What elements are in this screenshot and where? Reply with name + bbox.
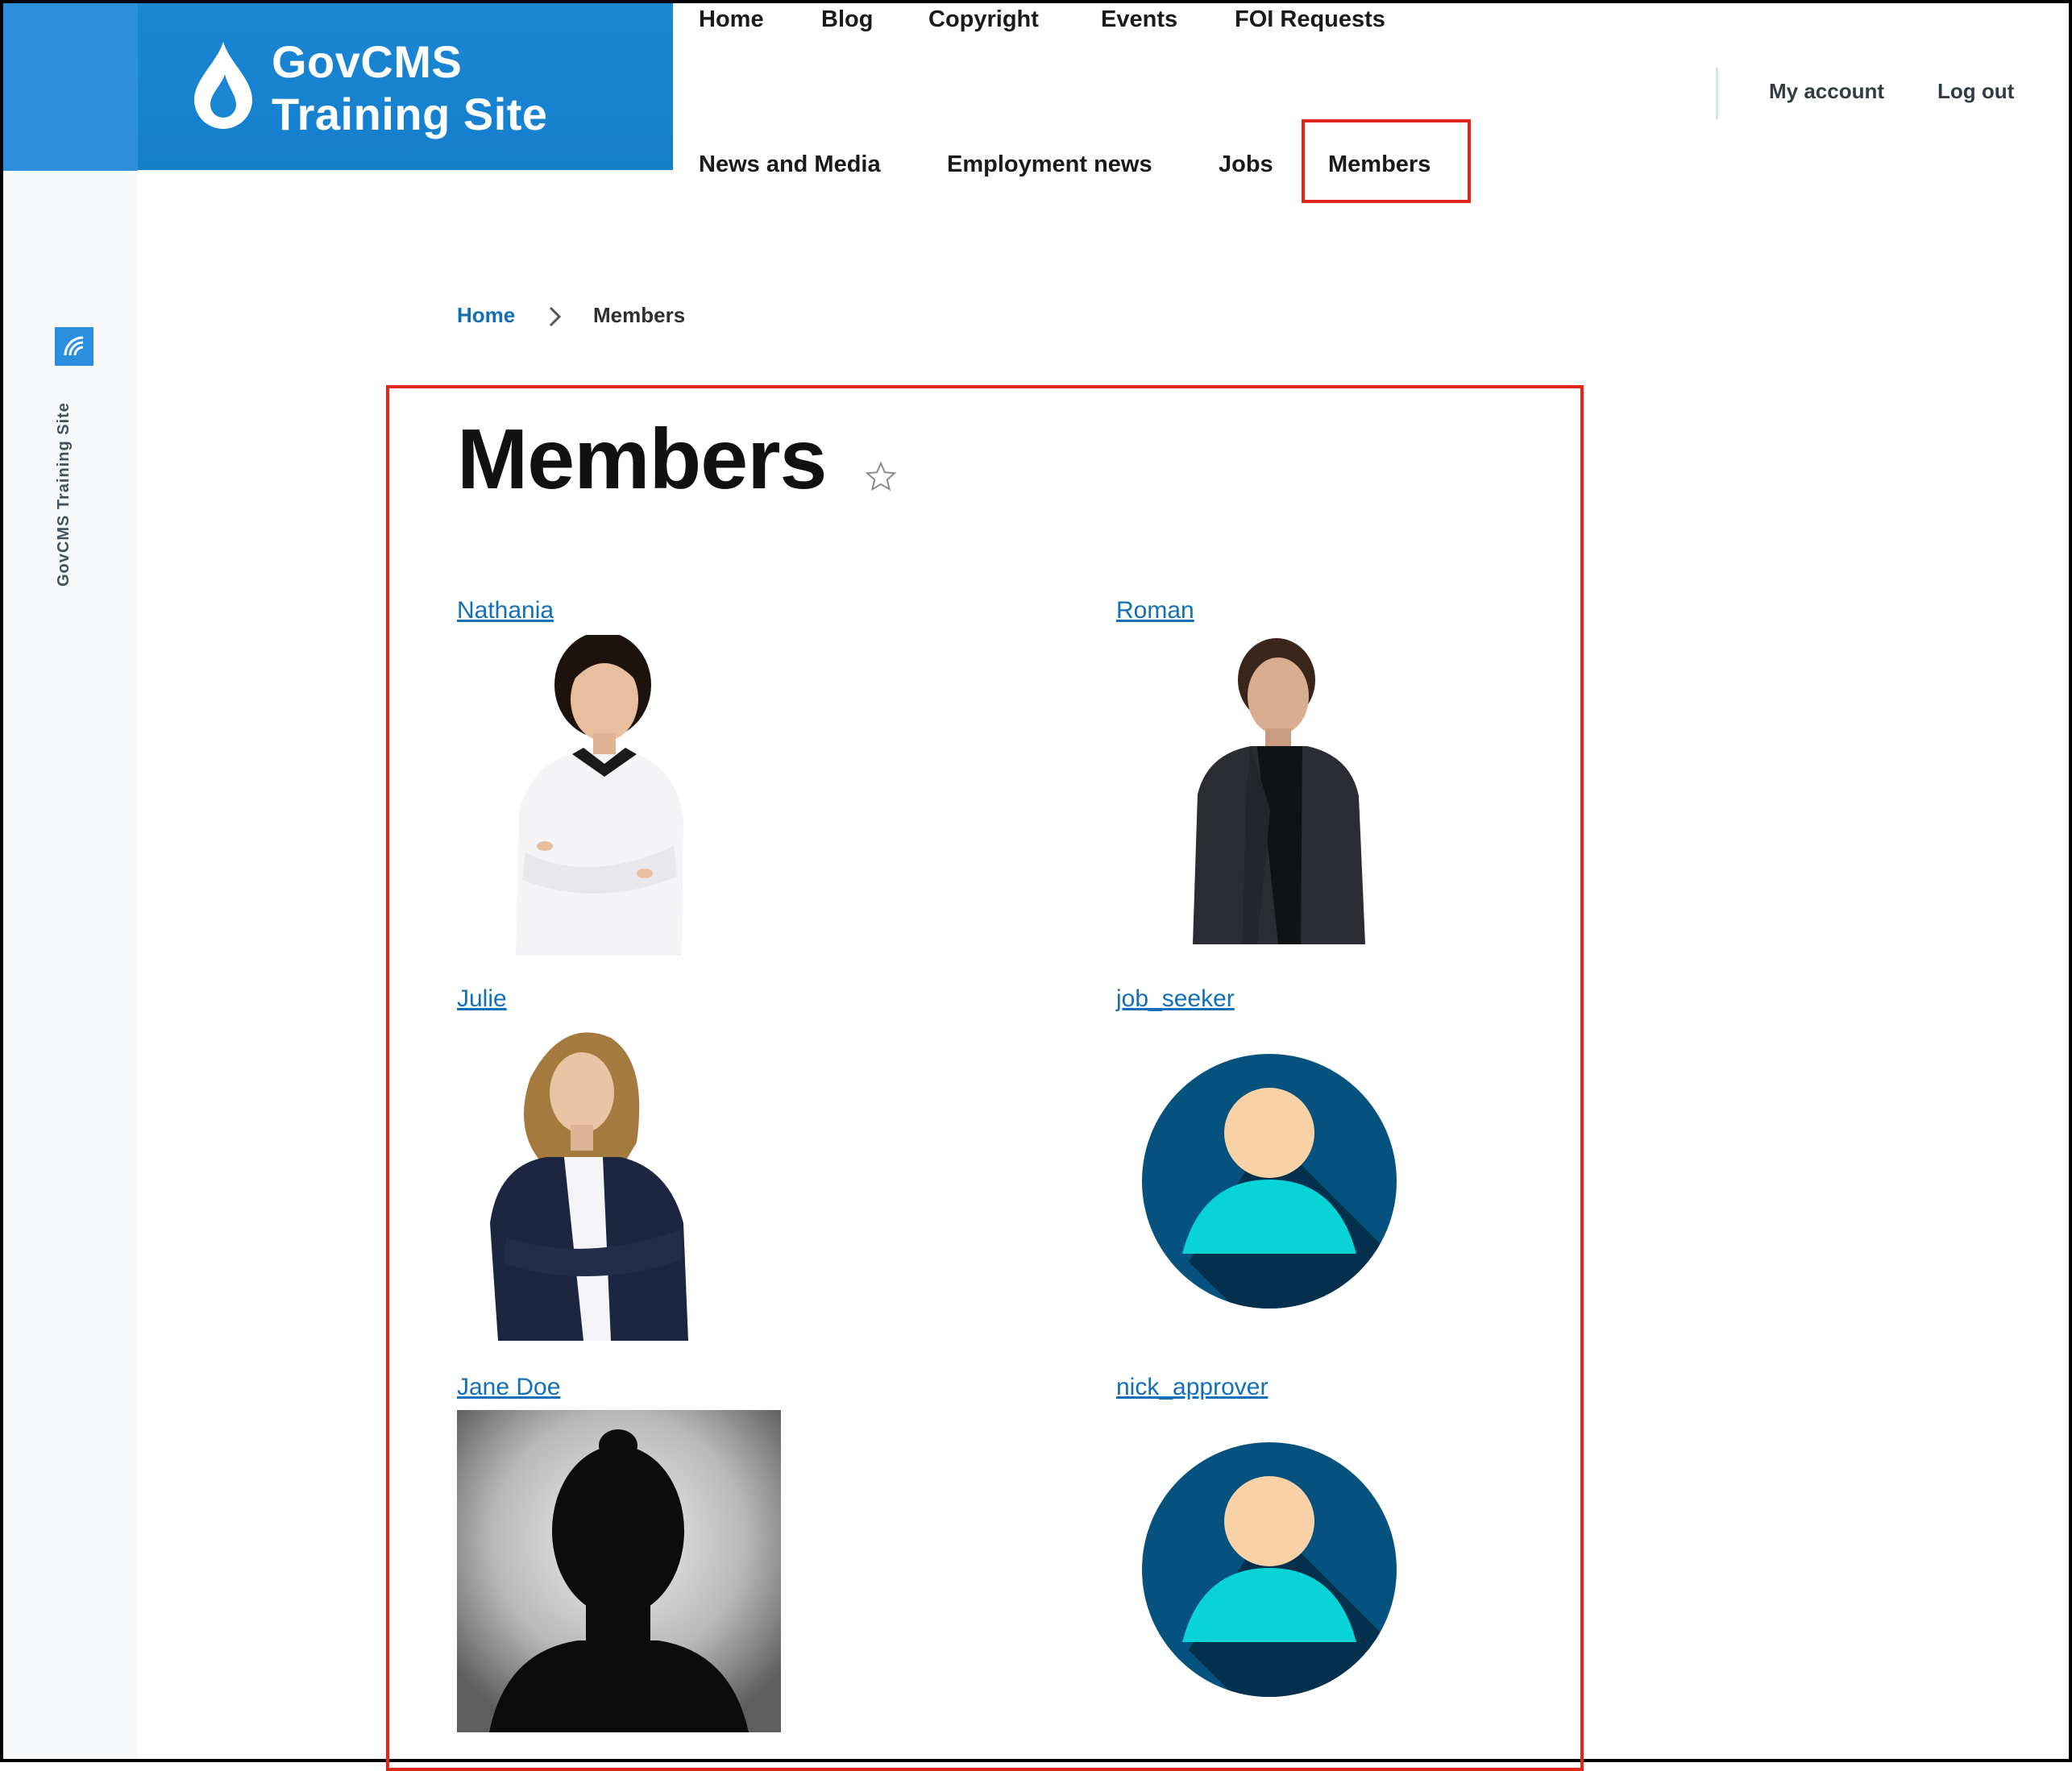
breadcrumb-home[interactable]: Home xyxy=(457,303,515,328)
page-title: Members xyxy=(457,412,827,507)
site-title-line1: GovCMS xyxy=(272,36,463,87)
member-name-link[interactable]: Julie xyxy=(457,985,507,1013)
nav-item-foi-requests[interactable]: FOI Requests xyxy=(1235,6,1385,33)
member-photo[interactable] xyxy=(1186,633,1372,944)
sidebar-site-label: GovCMS Training Site xyxy=(55,402,73,587)
breadcrumb-current: Members xyxy=(593,303,686,327)
site-title[interactable]: GovCMS Training Site xyxy=(272,35,548,140)
member-photo[interactable] xyxy=(457,1410,781,1732)
nav-item-events[interactable]: Events xyxy=(1101,6,1177,33)
chevron-right-icon xyxy=(549,306,562,327)
site-title-line2: Training Site xyxy=(272,89,548,139)
my-account-link[interactable]: My account xyxy=(1769,79,1884,104)
nav-item-copyright[interactable]: Copyright xyxy=(928,6,1039,33)
nav-item-news-and-media[interactable]: News and Media xyxy=(699,151,881,178)
sidebar-header xyxy=(3,3,138,171)
member-name-link[interactable]: Jane Doe xyxy=(457,1374,560,1401)
nav-item-employment-news[interactable]: Employment news xyxy=(947,151,1152,178)
nav-item-jobs[interactable]: Jobs xyxy=(1219,151,1273,178)
member-name-link[interactable]: nick_approver xyxy=(1116,1374,1268,1401)
drop-logo-icon xyxy=(194,42,252,129)
site-branding[interactable]: GovCMS Training Site xyxy=(138,3,673,170)
nav-item-blog[interactable]: Blog xyxy=(821,6,873,33)
member-name-link[interactable]: job_seeker xyxy=(1116,985,1235,1013)
member-name-link[interactable]: Roman xyxy=(1116,597,1194,624)
active-nav-highlight xyxy=(1302,119,1471,203)
default-avatar-icon[interactable] xyxy=(1140,1052,1398,1310)
star-icon[interactable] xyxy=(865,461,897,493)
member-name-link[interactable]: Nathania xyxy=(457,597,554,624)
toolbar-drop-icon[interactable] xyxy=(55,327,93,366)
member-photo[interactable] xyxy=(484,635,701,956)
log-out-link[interactable]: Log out xyxy=(1937,79,2014,104)
default-avatar-icon[interactable] xyxy=(1140,1441,1398,1698)
nav-item-home[interactable]: Home xyxy=(699,6,764,33)
user-menu-divider xyxy=(1716,68,1718,119)
admin-sidebar: GovCMS Training Site xyxy=(3,3,138,1759)
member-photo[interactable] xyxy=(482,1022,693,1341)
